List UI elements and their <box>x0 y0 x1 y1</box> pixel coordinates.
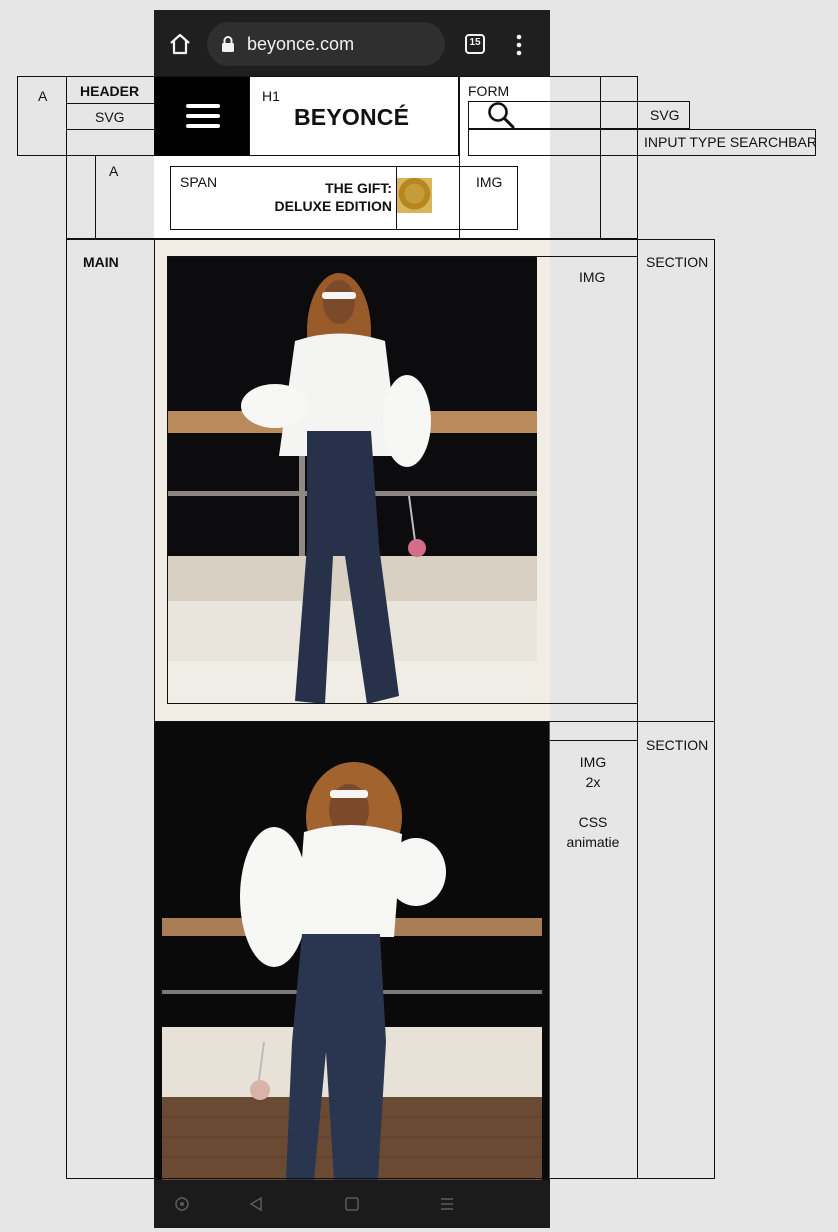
home-icon[interactable] <box>168 32 192 56</box>
tab-count: 15 <box>469 37 481 48</box>
url-text[interactable]: beyonce.com <box>247 34 354 55</box>
nav-back-icon[interactable] <box>249 1196 263 1212</box>
annotation-label-img1: IMG <box>579 269 606 285</box>
annotation-label-svg-right: SVG <box>650 107 680 123</box>
annotation-label-img2-line4: animatie <box>566 834 620 850</box>
annotation-label-section1: SECTION <box>646 254 709 270</box>
annotation-img1-box <box>167 256 638 704</box>
annotation-label-img2-line1: IMG <box>579 754 607 770</box>
annotation-h1-box <box>249 76 459 156</box>
nav-home-square-icon[interactable] <box>345 1197 359 1211</box>
nav-circle-icon[interactable] <box>175 1197 189 1211</box>
annotation-label-a-promo: A <box>109 163 119 179</box>
annotation-label-section2: SECTION <box>646 737 709 753</box>
annotation-label-span: SPAN <box>180 174 218 190</box>
more-vertical-icon[interactable] <box>515 34 523 56</box>
annotation-label-svg-left: SVG <box>95 109 125 125</box>
annotation-label-input: INPUT TYPE SEARCHBAR <box>644 134 817 150</box>
annotation-label-img-promo: IMG <box>476 174 503 190</box>
lock-icon <box>221 35 235 53</box>
annotation-label-img2-line2: 2x <box>585 774 601 790</box>
annotation-img2-divider <box>549 722 550 1179</box>
annotation-label-h1: H1 <box>262 88 280 104</box>
annotation-label-main: MAIN <box>83 254 119 270</box>
nav-menu-icon[interactable] <box>440 1197 454 1211</box>
annotation-label-img2-line3: CSS <box>578 814 608 830</box>
annotation-label-form: FORM <box>468 83 510 99</box>
annotation-label-img2: IMG 2x CSS animatie <box>552 752 634 852</box>
annotation-label-a-header: A <box>38 88 48 104</box>
annotation-label-header: HEADER <box>80 83 140 99</box>
